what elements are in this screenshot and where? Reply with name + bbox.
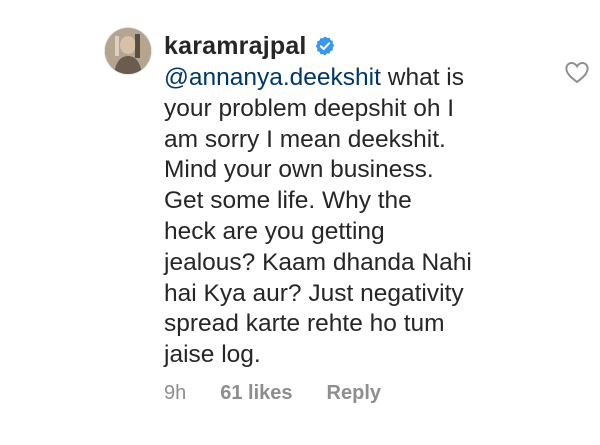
comment: karamrajpal @annanya.deekshit what is yo… (0, 0, 600, 445)
comment-line: Get some life. Why the (164, 187, 412, 215)
username[interactable]: karamrajpal (164, 32, 307, 61)
comment-time[interactable]: 9h (164, 382, 186, 405)
comment-line: hai Kya aur? Just negativity (164, 279, 464, 307)
comment-line: jaise log. (164, 341, 261, 369)
avatar-image (105, 28, 151, 74)
comment-line: Mind your own business. (164, 156, 434, 184)
comment-line: heck are you getting (164, 217, 385, 245)
comment-text: @annanya.deekshit what is your problem d… (164, 63, 524, 371)
likes-count[interactable]: 61 likes (220, 382, 292, 405)
comment-line: spread karte rehte ho tum (164, 310, 445, 338)
comment-line: what is (380, 64, 464, 91)
reply-button[interactable]: Reply (327, 382, 381, 405)
comment-line: your problem deepshit oh I (164, 94, 455, 122)
comment-content: karamrajpal @annanya.deekshit what is yo… (164, 28, 554, 371)
verified-badge-icon (315, 36, 334, 56)
comment-line: am sorry I mean deekshit. (164, 125, 446, 153)
comment-header: karamrajpal (164, 28, 554, 64)
comment-meta: 9h 61 likes Reply (164, 382, 381, 405)
comment-line: jealous? Kaam dhanda Nahi (164, 248, 472, 276)
heart-outline-icon[interactable] (564, 60, 590, 84)
avatar[interactable] (105, 28, 151, 74)
mention-link[interactable]: @annanya.deekshit (164, 64, 381, 91)
